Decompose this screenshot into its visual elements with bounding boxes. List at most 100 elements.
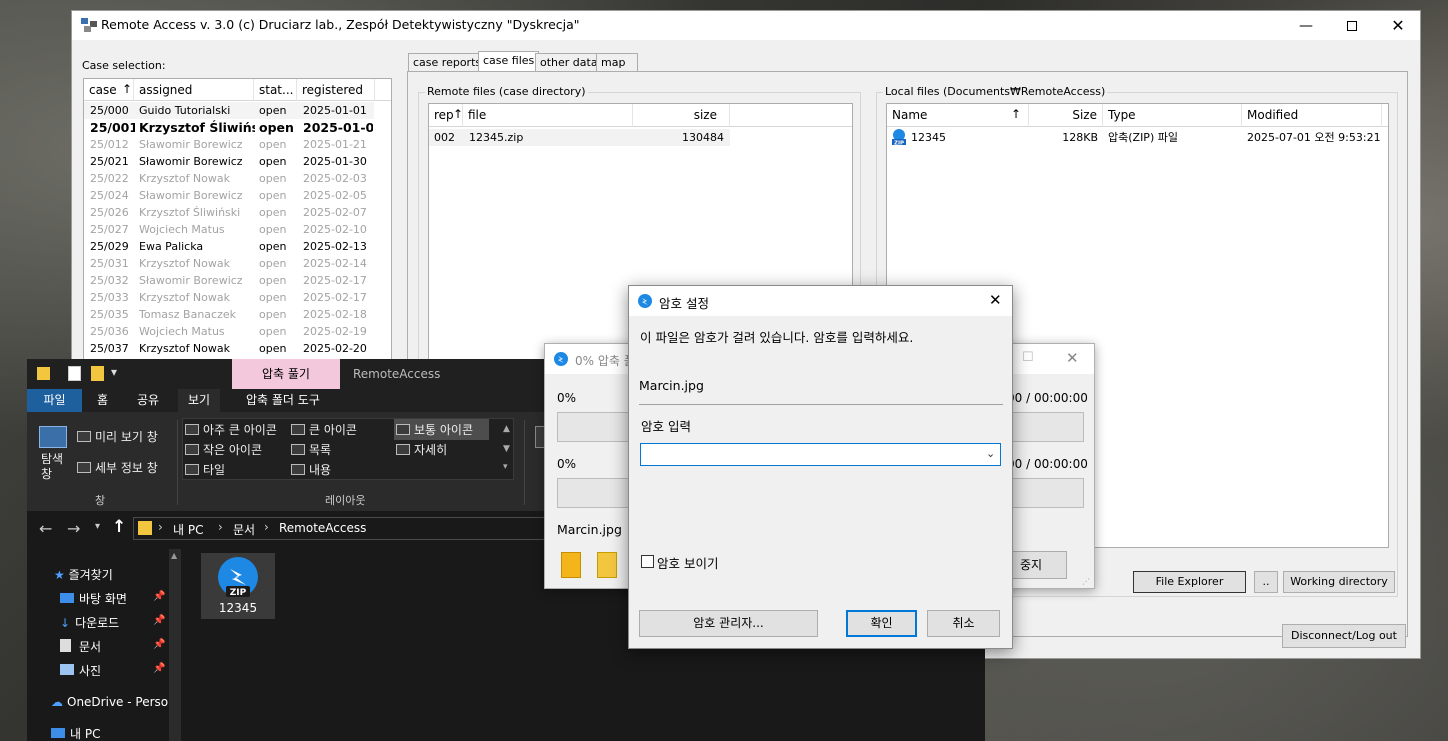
column-size[interactable]: Size: [1029, 104, 1103, 127]
column-type[interactable]: Type: [1103, 104, 1242, 127]
context-tab-extract[interactable]: 압축 풀기: [232, 359, 340, 389]
pin-icon[interactable]: 📌: [153, 615, 165, 626]
nav-documents[interactable]: 문서: [60, 638, 101, 655]
cancel-button[interactable]: 취소: [927, 610, 1000, 637]
layout-small-icons[interactable]: 작은 아이콘: [185, 441, 262, 458]
pin-icon[interactable]: 📌: [153, 639, 165, 650]
column-name[interactable]: Name ↑: [887, 104, 1029, 127]
nav-downloads[interactable]: ↓ 다운로드: [60, 614, 119, 631]
remote-file-row[interactable]: 002 12345.zip 130484: [429, 129, 730, 146]
tab-case-reports[interactable]: case reports: [408, 53, 487, 72]
case-row[interactable]: 25/021 Sławomir Borewicz open 2025-01-30: [84, 153, 374, 170]
disconnect-button[interactable]: Disconnect/Log out: [1282, 624, 1406, 648]
case-row[interactable]: 25/012 Sławomir Borewicz open 2025-01-21: [84, 136, 374, 153]
layout-tiles[interactable]: 타일: [185, 461, 225, 478]
case-row[interactable]: 25/026 Krzysztof Śliwiński open 2025-02-07: [84, 204, 374, 221]
gallery-scroll-down-icon[interactable]: ▼: [503, 444, 510, 454]
layout-details[interactable]: 자세히: [396, 441, 447, 458]
scroll-up-icon[interactable]: ▲: [171, 551, 177, 560]
column-size[interactable]: size: [633, 104, 730, 127]
recent-locations-icon[interactable]: ▾: [95, 521, 100, 532]
nav-this-pc[interactable]: 내 PC: [51, 725, 100, 741]
nav-desktop[interactable]: 바탕 화면: [60, 590, 127, 607]
navigation-pane-button[interactable]: 탐색 창: [41, 452, 63, 482]
forward-arrow-icon[interactable]: →: [67, 519, 80, 538]
quick-access-dropdown-icon[interactable]: ▾: [111, 365, 117, 379]
nav-pictures[interactable]: 사진: [60, 662, 101, 679]
nav-quick-access[interactable]: ★ 즐겨찾기: [54, 566, 113, 583]
file-explorer-button[interactable]: File Explorer: [1133, 571, 1246, 593]
password-input[interactable]: ⌄: [640, 443, 1001, 466]
column-registered[interactable]: registered: [297, 79, 375, 101]
column-modified[interactable]: Modified: [1242, 104, 1382, 127]
column-rep[interactable]: rep ↑: [429, 104, 463, 127]
layout-content[interactable]: 내용: [291, 461, 331, 478]
close-button[interactable]: ✕: [1375, 11, 1421, 40]
case-row[interactable]: 25/033 Krzysztof Nowak open 2025-02-17: [84, 289, 374, 306]
case-row[interactable]: 25/031 Krzysztof Nowak open 2025-02-14: [84, 255, 374, 272]
resize-grip-icon[interactable]: ⋰: [1082, 577, 1090, 586]
breadcrumb-this-pc[interactable]: 내 PC: [173, 521, 203, 538]
preview-pane-button[interactable]: 미리 보기 창: [77, 428, 158, 445]
ribbon-tab-share[interactable]: 공유: [127, 389, 169, 412]
close-button[interactable]: ✕: [989, 291, 1002, 309]
close-button[interactable]: ✕: [1066, 349, 1079, 367]
title-bar[interactable]: Remote Access v. 3.0 (c) Druciarz lab., …: [72, 11, 1420, 40]
maximize-button[interactable]: [1329, 11, 1375, 40]
local-file-row[interactable]: ZIP 12345 128KB 압축(ZIP) 파일 2025-07-01 오전…: [887, 129, 1382, 146]
layout-large-icons[interactable]: 큰 아이콘: [291, 421, 357, 438]
column-file[interactable]: file: [463, 104, 633, 127]
case-list[interactable]: case ↑ assigned stat... registered 25/000…: [83, 78, 392, 374]
minimize-button[interactable]: —: [1283, 11, 1329, 40]
pin-icon[interactable]: 📌: [153, 591, 165, 602]
new-folder-icon[interactable]: [91, 366, 104, 381]
address-bar[interactable]: › 내 PC › 문서 › RemoteAccess: [133, 517, 573, 540]
breadcrumb-remoteaccess[interactable]: RemoteAccess: [279, 521, 366, 535]
password-manager-button[interactable]: 암호 관리자...: [639, 610, 818, 637]
maximize-button[interactable]: ☐: [1022, 350, 1034, 365]
case-row[interactable]: 25/036 Wojciech Matus open 2025-02-19: [84, 323, 374, 340]
gallery-scroll-up-icon[interactable]: ▲: [503, 424, 510, 434]
show-password-label[interactable]: 암호 보이기: [657, 553, 718, 572]
tab-other-data[interactable]: other data: [535, 53, 603, 72]
ribbon-tab-view[interactable]: 보기: [178, 389, 221, 412]
chevron-down-icon[interactable]: ⌄: [986, 447, 995, 460]
nav-onedrive[interactable]: ☁ OneDrive - Perso: [51, 695, 168, 709]
ribbon-tab-zip-tools[interactable]: 압축 폴더 도구: [236, 389, 330, 412]
up-arrow-icon[interactable]: ↑: [112, 517, 126, 537]
case-row[interactable]: 25/029 Ewa Palicka open 2025-02-13: [84, 238, 374, 255]
file-item-12345[interactable]: ZIP 12345: [201, 553, 275, 619]
layout-list[interactable]: 목록: [291, 441, 331, 458]
case-row[interactable]: 25/001 Krzysztof Śliwiński open 2025-01-02: [84, 119, 374, 136]
dialog-title-bar[interactable]: 암호 설정 ✕: [629, 286, 1012, 316]
breadcrumb-documents[interactable]: 문서: [233, 521, 255, 538]
column-status[interactable]: stat...: [254, 79, 297, 101]
properties-icon[interactable]: [68, 366, 81, 381]
gallery-expand-icon[interactable]: ▾: [503, 462, 508, 472]
case-row[interactable]: 25/032 Sławomir Borewicz open 2025-02-17: [84, 272, 374, 289]
case-row[interactable]: 25/024 Sławomir Borewicz open 2025-02-05: [84, 187, 374, 204]
column-assigned[interactable]: assigned: [134, 79, 254, 101]
details-pane-button[interactable]: 세부 정보 창: [77, 459, 158, 476]
case-row[interactable]: 25/027 Wojciech Matus open 2025-02-10: [84, 221, 374, 238]
show-password-checkbox[interactable]: [641, 555, 654, 568]
case-row[interactable]: 25/037 Krzysztof Nowak open 2025-02-20: [84, 340, 374, 357]
pin-icon[interactable]: 📌: [153, 663, 165, 674]
browse-button[interactable]: ..: [1254, 571, 1278, 593]
case-row[interactable]: 25/000 Guido Tutorialski open 2025-01-01: [84, 102, 374, 119]
tab-map[interactable]: map: [596, 53, 638, 72]
back-arrow-icon[interactable]: ←: [39, 519, 52, 538]
column-case[interactable]: case ↑: [84, 79, 134, 101]
layout-medium-icons[interactable]: 보통 아이콘: [394, 419, 490, 440]
working-directory-button[interactable]: Working directory: [1283, 571, 1395, 593]
nav-scrollbar[interactable]: ▲: [169, 549, 181, 741]
tab-case-files[interactable]: case files: [478, 51, 540, 72]
ribbon-tab-home[interactable]: 홈: [87, 389, 118, 412]
case-row[interactable]: 25/022 Krzysztof Nowak open 2025-02-03: [84, 170, 374, 187]
navigation-pane-icon[interactable]: [39, 426, 67, 448]
case-row[interactable]: 25/035 Tomasz Banaczek open 2025-02-18: [84, 306, 374, 323]
layout-extra-large-icons[interactable]: 아주 큰 아이콘: [185, 421, 277, 438]
case-id: 25/026: [90, 206, 129, 219]
ribbon-tab-file[interactable]: 파일: [27, 389, 82, 412]
ok-button[interactable]: 확인: [846, 610, 917, 637]
